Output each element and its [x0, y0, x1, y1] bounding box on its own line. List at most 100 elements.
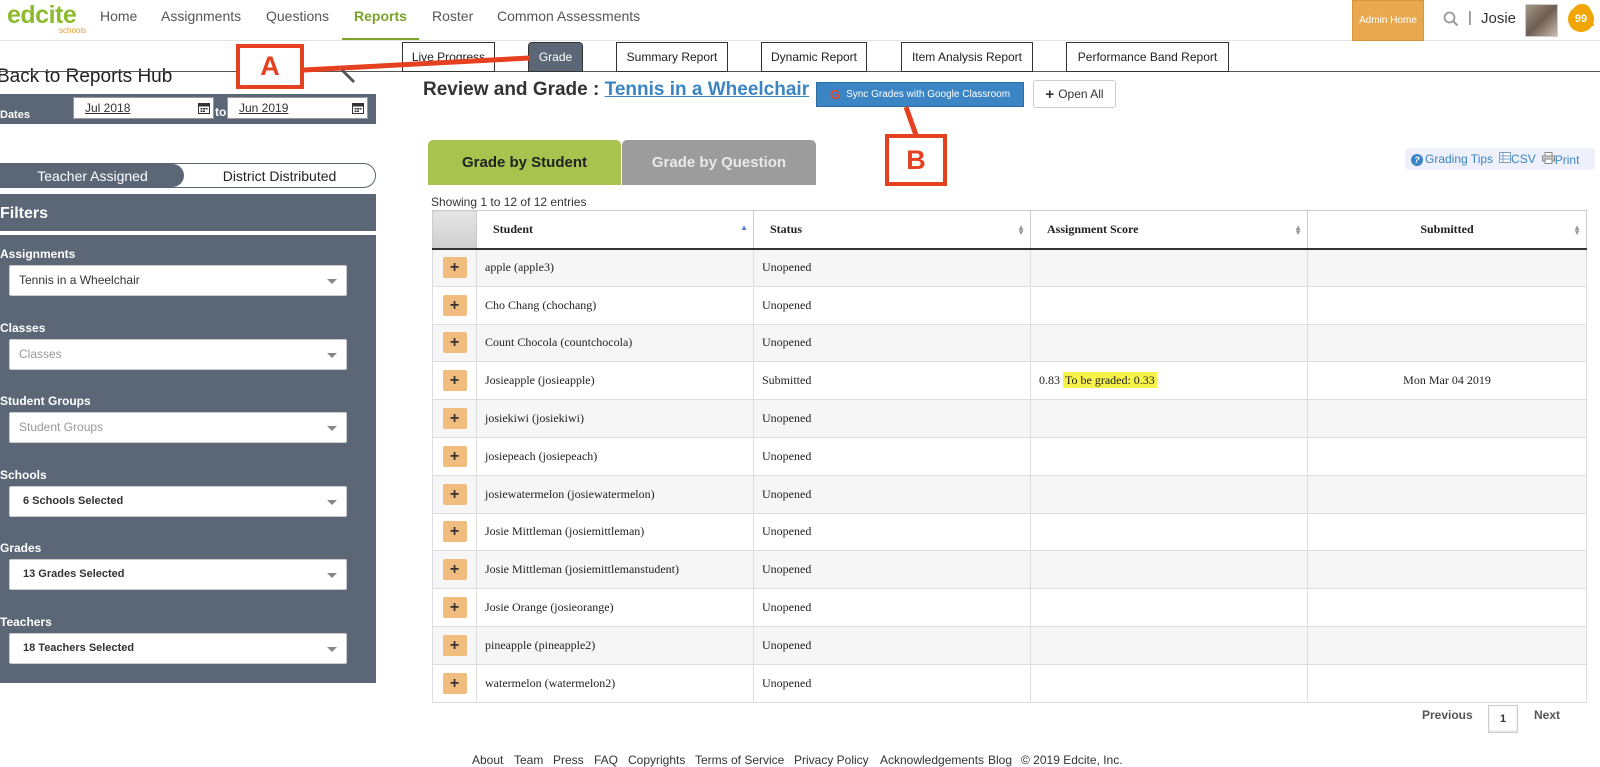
column-status[interactable]: Status ▲ ▼	[753, 210, 1031, 250]
expand-cell: +	[432, 361, 477, 401]
date-from-value: Jul 2018	[85, 101, 131, 115]
classes-select-placeholder: Classes	[19, 347, 62, 361]
student-cell: watermelon (watermelon2)	[476, 663, 754, 703]
sort-icon: ▲ ▼	[1294, 223, 1302, 237]
teachers-select[interactable]: 18 Teachers Selected	[9, 633, 347, 664]
expand-row-button[interactable]: +	[442, 408, 467, 430]
grades-select[interactable]: 13 Grades Selected	[9, 559, 347, 590]
csv-link[interactable]: CSV	[1499, 152, 1536, 166]
print-label: Print	[1554, 152, 1580, 167]
tab-grade-by-student[interactable]: Grade by Student	[428, 140, 621, 185]
table-row: + Josieapple (josieapple) Submitted 0.83 To…	[432, 361, 1587, 401]
expand-cell: +	[432, 663, 477, 703]
top-navbar: edcite schools Home Assignments Question…	[0, 0, 1600, 41]
status-cell: Submitted	[753, 361, 1031, 401]
submitted-cell	[1307, 323, 1587, 363]
assignment-link[interactable]: Tennis in a Wheelchair	[605, 79, 809, 100]
google-icon: G	[829, 87, 841, 102]
to-be-graded-badge: To be graded: 0.33	[1063, 372, 1157, 389]
table-header-row: Student ▲ Status ▲ ▼ Assignment Score ▲ ▼ Sub…	[432, 210, 1587, 250]
date-to-input[interactable]: Jun 2019	[227, 97, 368, 119]
nav-roster[interactable]: Roster	[432, 8, 473, 24]
print-link[interactable]: Print	[1541, 151, 1580, 167]
filters-heading: Filters	[0, 194, 376, 231]
status-cell: Unopened	[753, 625, 1031, 665]
tab-item-analysis-report[interactable]: Item Analysis Report	[901, 42, 1033, 72]
expand-row-button[interactable]: +	[442, 559, 467, 581]
expand-row-button[interactable]: +	[442, 672, 467, 694]
nav-separator: |	[1468, 9, 1472, 26]
column-submitted[interactable]: Submitted ▲ ▼	[1307, 210, 1587, 250]
column-assignment-score[interactable]: Assignment Score ▲ ▼	[1030, 210, 1308, 250]
expand-row-button[interactable]: +	[442, 294, 467, 316]
student-cell: Josie Mittleman (josiemittlemanstudent)	[476, 550, 754, 590]
nav-questions[interactable]: Questions	[266, 8, 329, 24]
search-icon[interactable]	[1443, 11, 1459, 27]
sync-button-label: Sync Grades with Google Classroom	[846, 89, 1011, 100]
submitted-cell	[1307, 550, 1587, 590]
sync-google-classroom-button[interactable]: G Sync Grades with Google Classroom	[816, 82, 1024, 107]
status-cell: Unopened	[753, 285, 1031, 325]
assignments-select[interactable]: Tennis in a Wheelchair	[9, 265, 347, 296]
district-distributed-toggle[interactable]: District Distributed	[184, 164, 375, 187]
teacher-assigned-toggle[interactable]: Teacher Assigned	[1, 164, 184, 187]
nav-assignments[interactable]: Assignments	[161, 8, 241, 24]
user-name[interactable]: Josie	[1481, 10, 1516, 27]
schools-select[interactable]: 6 Schools Selected	[9, 486, 347, 517]
spreadsheet-icon	[1499, 152, 1512, 163]
score-cell	[1030, 588, 1308, 627]
pagination-page-1[interactable]: 1	[1488, 705, 1518, 733]
expand-row-button[interactable]: +	[442, 483, 467, 505]
expand-row-button[interactable]: +	[442, 521, 467, 543]
open-all-button[interactable]: + Open All	[1033, 80, 1116, 108]
annotation-a-label: A	[236, 44, 304, 89]
date-from-input[interactable]: Jul 2018	[73, 97, 214, 119]
expand-row-button[interactable]: +	[442, 597, 467, 619]
table-row: + apple (apple3) Unopened	[432, 248, 1587, 287]
logo-sub: schools	[59, 26, 87, 35]
expand-row-button[interactable]: +	[442, 257, 467, 279]
filter-label-schools: Schools	[0, 468, 47, 482]
nav-home[interactable]: Home	[100, 8, 137, 24]
tab-dynamic-report[interactable]: Dynamic Report	[761, 42, 867, 72]
student-groups-select-placeholder: Student Groups	[19, 420, 104, 434]
submitted-cell	[1307, 248, 1587, 287]
status-cell: Unopened	[753, 663, 1031, 703]
nav-common-assessments[interactable]: Common Assessments	[497, 8, 640, 24]
expand-cell: +	[432, 588, 477, 627]
pagination-next[interactable]: Next	[1534, 708, 1560, 722]
submitted-cell: Mon Mar 04 2019	[1307, 361, 1587, 401]
grading-tips-link[interactable]: ? Grading Tips	[1411, 152, 1493, 166]
grades-select-value: 13 Grades Selected	[23, 568, 125, 580]
expand-row-button[interactable]: +	[442, 332, 467, 354]
notification-count[interactable]: 99	[1568, 6, 1594, 32]
avatar[interactable]	[1525, 4, 1558, 37]
csv-label: CSV	[1511, 152, 1536, 166]
calendar-icon[interactable]	[198, 102, 210, 114]
tab-performance-band-report[interactable]: Performance Band Report	[1066, 42, 1229, 72]
nav-reports[interactable]: Reports	[354, 8, 407, 24]
expand-cell: +	[432, 248, 477, 287]
status-cell: Unopened	[753, 550, 1031, 590]
calendar-icon[interactable]	[352, 102, 364, 114]
expand-row-button[interactable]: +	[442, 370, 467, 392]
admin-home-button[interactable]: Admin Home	[1352, 0, 1424, 41]
chevron-down-icon	[327, 573, 337, 578]
edcite-logo[interactable]: edcite schools	[7, 2, 86, 35]
date-to-value: Jun 2019	[239, 101, 289, 115]
expand-row-button[interactable]: +	[442, 634, 467, 656]
tab-grade-by-question[interactable]: Grade by Question	[622, 140, 816, 185]
tab-summary-report[interactable]: Summary Report	[616, 42, 728, 72]
student-groups-select[interactable]: Student Groups	[9, 412, 347, 443]
expand-row-button[interactable]: +	[442, 445, 467, 467]
table-row: + pineapple (pineapple2) Unopened	[432, 625, 1587, 665]
expand-column-header	[432, 210, 477, 250]
filter-label-classes: Classes	[0, 321, 46, 335]
table-row: + josiekiwi (josiekiwi) Unopened	[432, 399, 1587, 438]
assignments-select-value: Tennis in a Wheelchair	[19, 273, 140, 287]
student-cell: Josie Mittleman (josiemittleman)	[476, 512, 754, 552]
chevron-down-icon	[327, 279, 337, 284]
classes-select[interactable]: Classes	[9, 339, 347, 370]
pagination-previous[interactable]: Previous	[1422, 708, 1473, 722]
column-student[interactable]: Student ▲	[476, 210, 754, 250]
